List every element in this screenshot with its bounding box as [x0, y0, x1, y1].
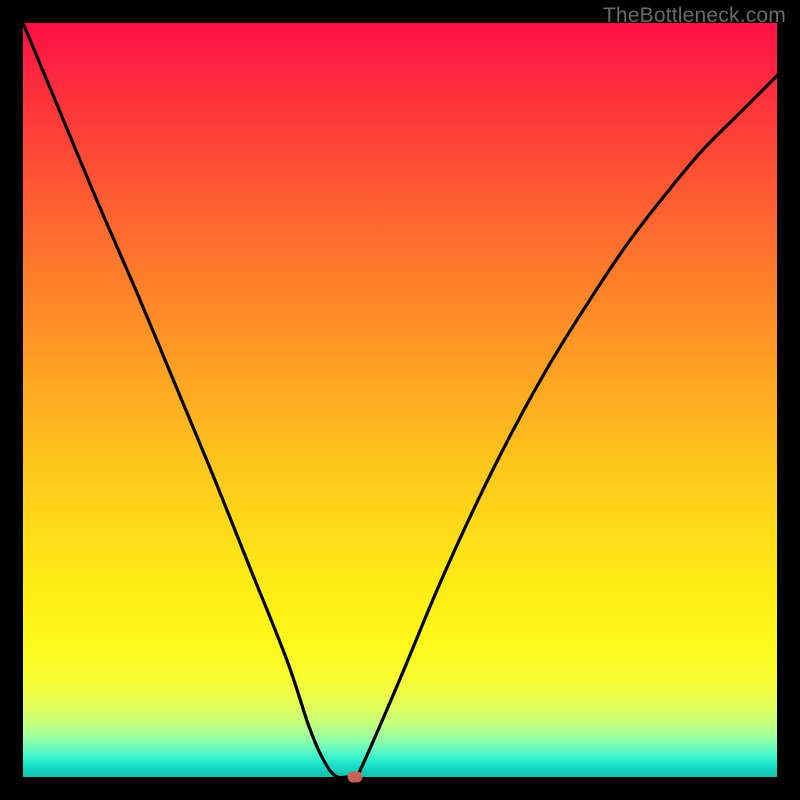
optimum-marker [347, 772, 362, 783]
watermark-text: TheBottleneck.com [603, 4, 786, 28]
curve-layer [23, 23, 777, 777]
chart-frame: TheBottleneck.com [0, 0, 800, 800]
bottleneck-curve [23, 23, 777, 778]
plot-area [23, 23, 777, 777]
